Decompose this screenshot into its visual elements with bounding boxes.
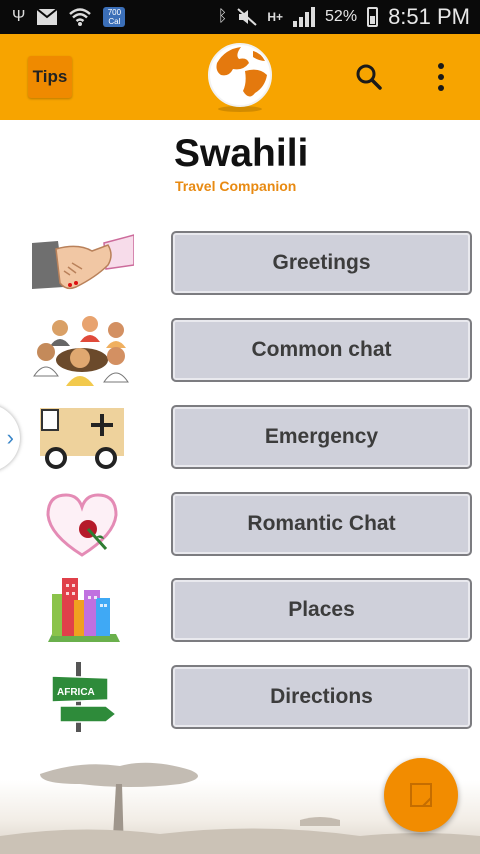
signpost-icon: AFRICA xyxy=(51,662,118,732)
overflow-menu-icon[interactable] xyxy=(434,62,448,92)
battery-percent: 52% xyxy=(325,8,358,25)
app-bar: Tips xyxy=(0,34,480,120)
greetings-button[interactable]: Greetings xyxy=(171,231,472,295)
heart-rose-icon xyxy=(46,493,118,557)
notes-fab[interactable] xyxy=(384,758,458,832)
bluetooth-icon: ᛒ xyxy=(217,8,228,25)
signpost-label: AFRICA xyxy=(57,687,95,698)
usb-icon: Ψ xyxy=(12,8,26,25)
signal-icon xyxy=(293,7,316,27)
tips-button[interactable]: Tips xyxy=(28,56,72,98)
mute-icon xyxy=(237,8,258,26)
people-chat-icon xyxy=(33,316,129,386)
calendar-badge-count: 700 xyxy=(107,8,122,17)
chevron-right-icon: › xyxy=(6,425,14,450)
ambulance-icon xyxy=(40,408,124,469)
directions-button[interactable]: Directions xyxy=(171,665,472,729)
drawer-tab[interactable]: › xyxy=(0,404,20,472)
status-bar: Ψ 700 Cal ᛒ H+ 52% 8:51 PM xyxy=(0,0,480,34)
handshake-icon xyxy=(32,234,134,290)
app-title: Swahili xyxy=(174,132,309,175)
common-chat-button[interactable]: Common chat xyxy=(171,318,472,382)
battery-icon xyxy=(367,7,379,27)
app-subtitle: Travel Companion xyxy=(175,178,297,194)
network-type: H+ xyxy=(267,10,284,24)
buildings-icon xyxy=(48,578,120,642)
clock: 8:51 PM xyxy=(388,4,470,29)
globe-icon xyxy=(208,43,272,112)
wifi-icon xyxy=(69,8,92,26)
places-button[interactable]: Places xyxy=(171,578,472,642)
calendar-badge-label: Cal xyxy=(108,17,121,26)
emergency-button[interactable]: Emergency xyxy=(171,405,472,469)
romantic-chat-button[interactable]: Romantic Chat xyxy=(171,492,472,556)
calendar-badge: 700 Cal xyxy=(103,7,126,27)
mail-icon xyxy=(37,9,58,25)
search-icon[interactable] xyxy=(356,64,382,90)
notes-icon xyxy=(410,783,432,807)
